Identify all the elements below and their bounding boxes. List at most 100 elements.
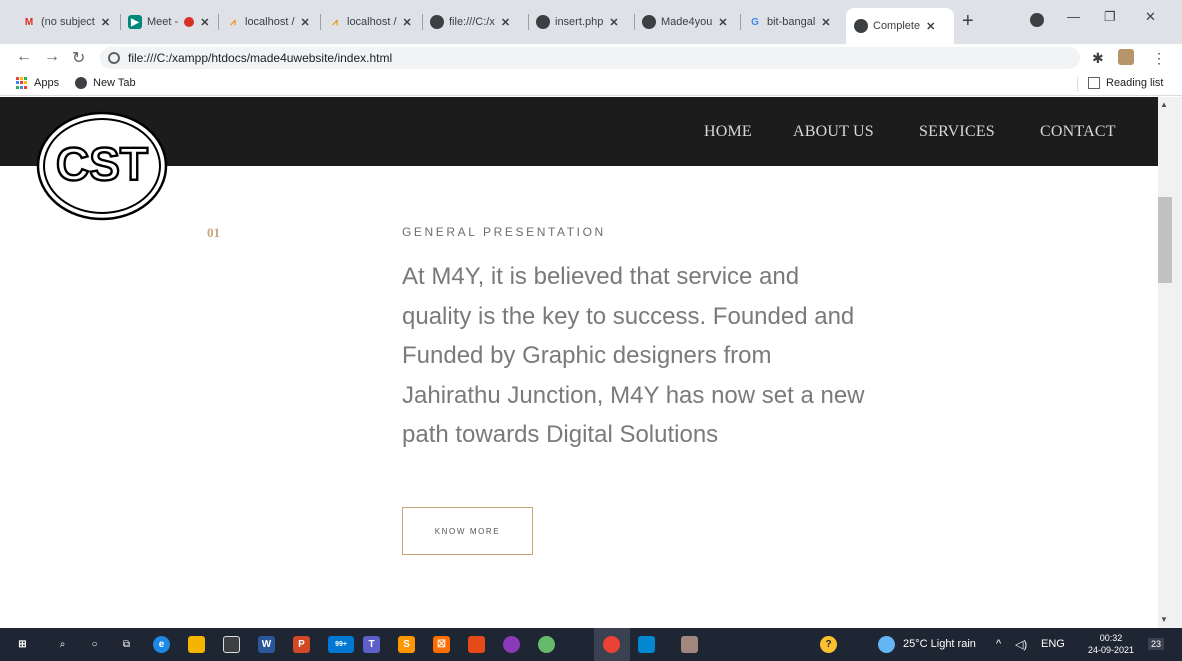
- windows-start-icon[interactable]: ⊞: [14, 636, 31, 653]
- tab-localhost-1[interactable]: ⩘ localhost / ✕: [218, 8, 321, 36]
- tab-gmail[interactable]: M (no subject ✕: [14, 8, 121, 36]
- close-window-button[interactable]: ✕: [1145, 9, 1156, 25]
- screen: M (no subject ✕ ▶ Meet - ✕ ⩘ localhost /…: [0, 0, 1182, 661]
- meet-icon: ▶: [128, 15, 142, 29]
- nav-about-us[interactable]: ABOUT US: [793, 123, 874, 141]
- bookmarks-bar: Apps New Tab Reading list: [0, 72, 1182, 96]
- restore-button[interactable]: ❐: [1104, 9, 1116, 25]
- notifications-badge[interactable]: 23: [1148, 638, 1165, 650]
- menu-icon[interactable]: ⋮: [1152, 50, 1166, 67]
- weather-text[interactable]: 25°C Light rain: [903, 638, 976, 650]
- nav-home[interactable]: HOME: [704, 123, 752, 141]
- new-tab-button[interactable]: +: [962, 10, 974, 33]
- clock[interactable]: 00:32 24-09-2021: [1088, 632, 1134, 656]
- cortana-icon[interactable]: ○: [86, 636, 103, 653]
- close-icon[interactable]: ✕: [718, 16, 727, 29]
- reload-icon[interactable]: ↻: [72, 48, 85, 68]
- tab-bit-bangal[interactable]: G bit-bangal ✕: [740, 8, 846, 36]
- site-logo[interactable]: CST: [36, 111, 168, 221]
- nav-contact[interactable]: CONTACT: [1040, 123, 1116, 141]
- close-icon[interactable]: ✕: [301, 16, 310, 29]
- browser-toolbar: ← → ↻ file:///C:/xampp/htdocs/made4uwebs…: [0, 44, 1182, 72]
- weather-icon[interactable]: [878, 636, 895, 653]
- teams-icon[interactable]: T: [363, 636, 380, 653]
- phpmyadmin-icon: ⩘: [230, 16, 236, 28]
- google-icon: G: [751, 16, 759, 28]
- powerpoint-icon[interactable]: P: [293, 636, 310, 653]
- gmail-icon: M: [24, 16, 34, 28]
- intro-line: At M4Y, it is believed that service and: [402, 263, 800, 290]
- mail-icon[interactable]: 99+: [328, 636, 354, 653]
- reading-list-button[interactable]: Reading list: [1088, 77, 1163, 89]
- scrollbar-thumb[interactable]: [1158, 197, 1172, 283]
- winrar-icon[interactable]: [681, 636, 698, 653]
- close-icon[interactable]: ✕: [200, 16, 209, 29]
- globe-icon: [642, 15, 656, 29]
- notepad-icon[interactable]: [638, 636, 655, 653]
- address-bar-url: file:///C:/xampp/htdocs/made4uwebsite/in…: [128, 51, 393, 65]
- page-viewport: HOME ABOUT US SERVICES CONTACT CST 01 GE…: [0, 97, 1182, 628]
- bookmark-new-tab[interactable]: New Tab: [75, 77, 136, 89]
- scroll-up-icon[interactable]: ▲: [1160, 100, 1168, 109]
- intro-line: Jahirathu Junction, M4Y has now set a ne…: [402, 381, 865, 409]
- windows-taskbar: ⊞ ⌕ ○ ⧉ e W P 99+ T S ☒ ? 25°C Light rai…: [0, 628, 1182, 661]
- edge-icon[interactable]: e: [153, 636, 170, 653]
- paint-icon[interactable]: [468, 636, 485, 653]
- logo-text: CST: [56, 138, 148, 190]
- file-explorer-icon[interactable]: [188, 636, 205, 653]
- reading-list-icon: [1088, 77, 1100, 89]
- profile-avatar[interactable]: [1118, 49, 1134, 65]
- globe-icon: [854, 19, 868, 33]
- minimize-button[interactable]: —: [1067, 9, 1080, 24]
- clock-date: 24-09-2021: [1088, 645, 1135, 655]
- globe-icon: [536, 15, 550, 29]
- volume-icon[interactable]: ◁): [1015, 638, 1027, 651]
- help-icon[interactable]: ?: [820, 636, 837, 653]
- scroll-down-icon[interactable]: ▼: [1160, 615, 1168, 624]
- xampp-icon[interactable]: ☒: [433, 636, 450, 653]
- site-header: HOME ABOUT US SERVICES CONTACT: [0, 97, 1158, 166]
- show-hidden-icons-icon[interactable]: ^: [996, 638, 1001, 650]
- close-icon[interactable]: ✕: [501, 16, 510, 29]
- section-number: 01: [207, 225, 220, 240]
- chrome-icon[interactable]: [503, 636, 520, 653]
- chrome-active-icon[interactable]: [603, 636, 620, 653]
- tab-insert-php[interactable]: insert.php ✕: [528, 8, 635, 36]
- profile-icon[interactable]: [1030, 13, 1044, 27]
- intro-line: Funded by Graphic designers from: [402, 342, 772, 369]
- close-icon[interactable]: ✕: [101, 16, 110, 29]
- page-scrollbar[interactable]: [1158, 97, 1182, 628]
- search-icon[interactable]: ⌕: [54, 636, 71, 653]
- tab-localhost-2[interactable]: ⩘ localhost / ✕: [320, 8, 423, 36]
- store-icon[interactable]: [223, 636, 240, 653]
- close-icon[interactable]: ✕: [609, 16, 618, 29]
- tab-meet[interactable]: ▶ Meet - ✕: [120, 8, 219, 36]
- know-more-button[interactable]: KNOW MORE: [402, 507, 533, 555]
- close-icon[interactable]: ✕: [821, 16, 830, 29]
- globe-icon: [75, 77, 87, 89]
- word-icon[interactable]: W: [258, 636, 275, 653]
- bookmark-apps[interactable]: Apps: [16, 77, 59, 89]
- apps-grid-icon: [16, 77, 28, 89]
- bookmarks-divider: [1077, 77, 1078, 91]
- forward-icon[interactable]: →: [44, 48, 60, 66]
- site-info-icon[interactable]: [108, 52, 120, 64]
- back-icon[interactable]: ←: [16, 48, 32, 66]
- tab-complete[interactable]: Complete ✕: [846, 8, 954, 44]
- close-icon[interactable]: ✕: [926, 20, 935, 33]
- language-indicator[interactable]: ENG: [1041, 638, 1065, 650]
- address-bar[interactable]: file:///C:/xampp/htdocs/made4uwebsite/in…: [100, 47, 1080, 69]
- nav-services[interactable]: SERVICES: [919, 123, 995, 141]
- task-view-icon[interactable]: ⧉: [118, 636, 135, 653]
- recording-icon: [184, 17, 195, 27]
- tab-file[interactable]: file:///C:/x ✕: [422, 8, 529, 36]
- intro-line: quality is the key to success. Founded a…: [402, 302, 855, 330]
- sublime-icon[interactable]: S: [398, 636, 415, 653]
- extensions-icon[interactable]: ✱: [1092, 50, 1104, 67]
- close-icon[interactable]: ✕: [403, 16, 412, 29]
- chrome-2-icon[interactable]: [538, 636, 555, 653]
- globe-icon: [430, 15, 444, 29]
- tab-made4you[interactable]: Made4you ✕: [634, 8, 741, 36]
- browser-tab-strip: M (no subject ✕ ▶ Meet - ✕ ⩘ localhost /…: [0, 0, 1182, 44]
- section-eyebrow: GENERAL PRESENTATION: [402, 225, 606, 239]
